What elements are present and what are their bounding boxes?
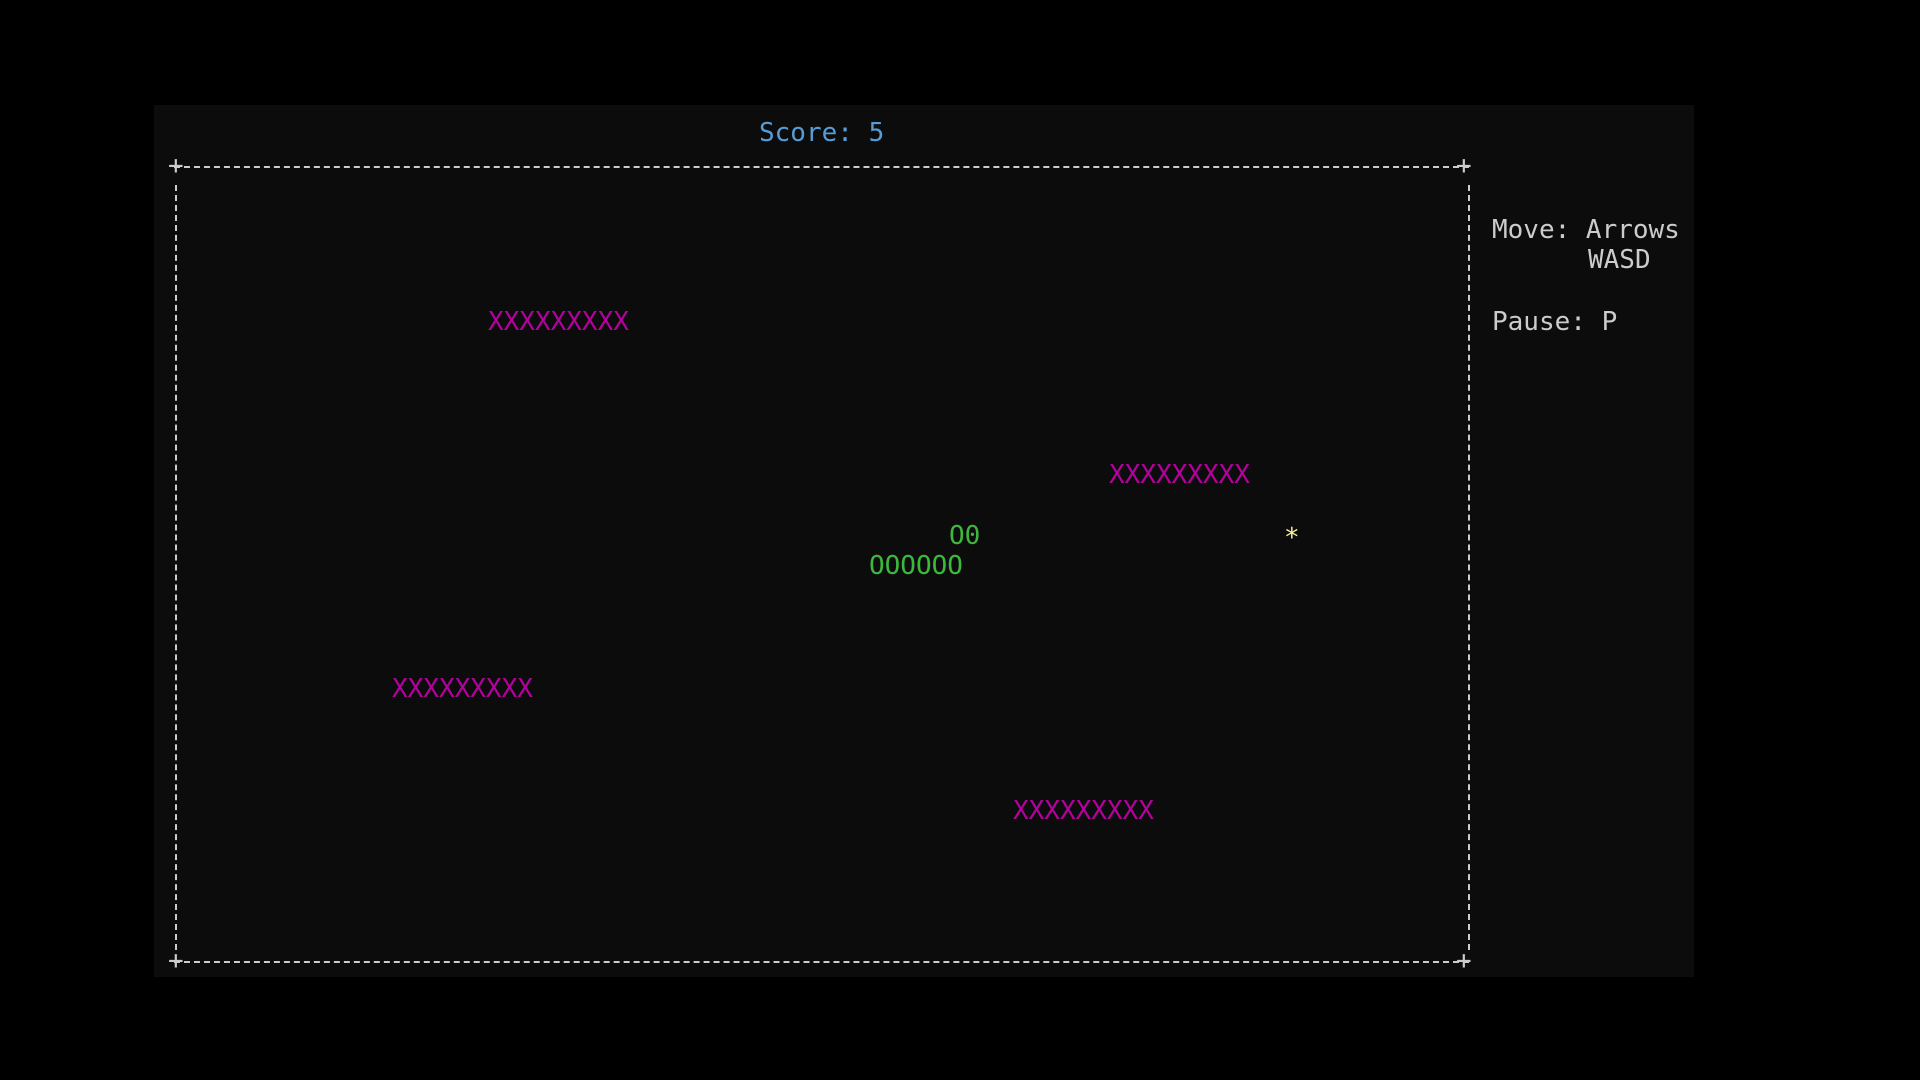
snake-head: O0 bbox=[949, 521, 981, 551]
food-item: * bbox=[1284, 523, 1300, 553]
help-move-label: Move: Arrows bbox=[1492, 215, 1680, 245]
snake-body: OOOOOO bbox=[869, 551, 963, 581]
help-pause-label: Pause: P bbox=[1492, 307, 1618, 337]
wall-obstacle: XXXXXXXXX bbox=[392, 674, 533, 704]
wall-obstacle: XXXXXXXXX bbox=[488, 307, 629, 337]
board-border-top bbox=[174, 166, 1469, 168]
help-move-alt: WASD bbox=[1588, 245, 1651, 275]
score-display: Score: 5 bbox=[759, 118, 885, 148]
wall-obstacle: XXXXXXXXX bbox=[1013, 796, 1154, 826]
board-border-right bbox=[1468, 185, 1470, 950]
board-border-left bbox=[175, 185, 177, 950]
wall-obstacle: XXXXXXXXX bbox=[1109, 460, 1250, 490]
terminal-window: Score: 5 + + + + XXXXXXXXX XXXXXXXXX XXX… bbox=[154, 105, 1694, 977]
board-border-bottom bbox=[174, 961, 1469, 963]
